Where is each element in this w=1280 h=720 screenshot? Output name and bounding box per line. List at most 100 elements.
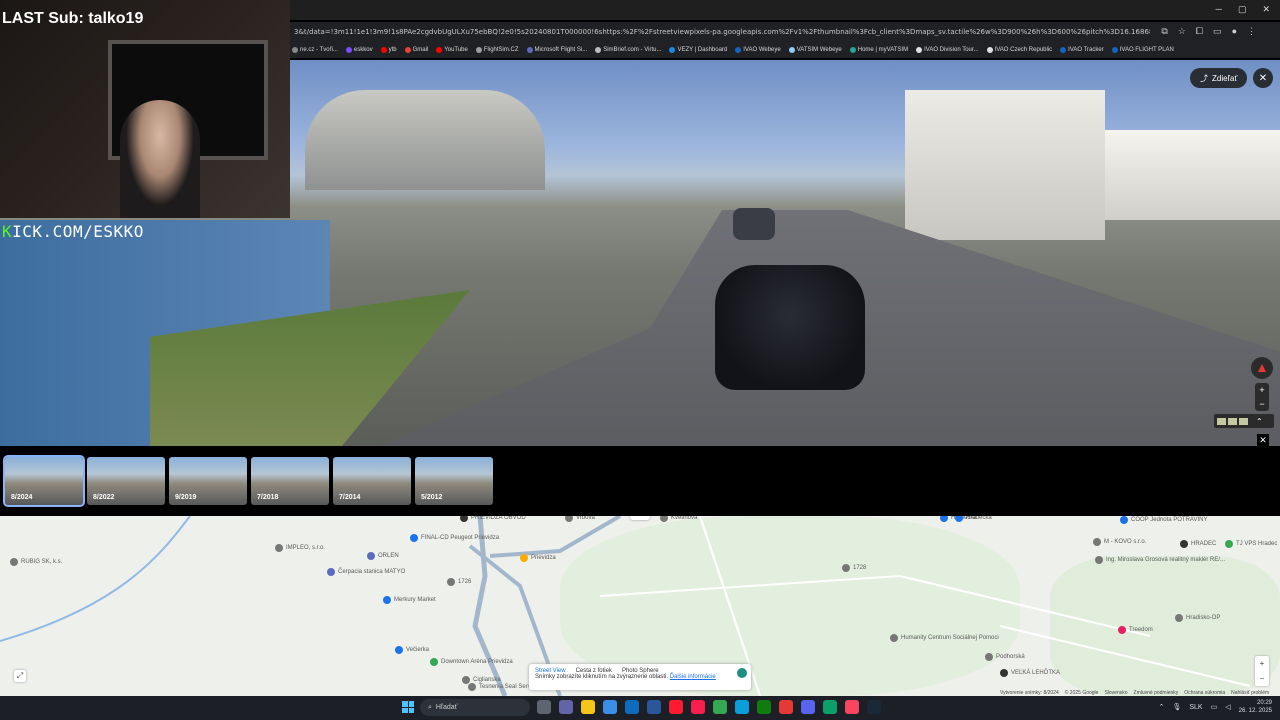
map-place-label[interactable]: Večierka (395, 646, 429, 654)
more-info-link[interactable]: Ďalšie informácie (670, 674, 716, 680)
map-place-label[interactable]: 1728 (842, 564, 866, 572)
map-place-label[interactable]: Hradisko-OP (1175, 614, 1220, 622)
extensions-icon[interactable]: ⧠ (1196, 26, 1203, 37)
map-place-label[interactable]: Podhorská (985, 653, 1025, 661)
opera-icon[interactable] (669, 700, 683, 714)
bookmark-item[interactable]: eskkov (345, 47, 373, 53)
bookmark-item[interactable]: VATSIM Webeye (788, 47, 842, 53)
chrome-icon[interactable] (713, 700, 727, 714)
timeline-thumbnail[interactable]: 8/2024 (3, 455, 85, 507)
itunes-icon[interactable] (845, 700, 859, 714)
map-place-label[interactable]: Ciglianska (462, 676, 501, 684)
discord-icon[interactable] (801, 700, 815, 714)
profile-avatar-icon[interactable]: ● (1232, 26, 1237, 37)
app-green-icon[interactable] (823, 700, 837, 714)
start-menu-icon[interactable] (402, 701, 414, 713)
map-place-label[interactable]: Hradecká (955, 516, 992, 522)
map-zoom-control[interactable]: + − (1255, 656, 1269, 686)
bookmark-item[interactable]: SimBrief.com - Virtu... (595, 47, 661, 53)
bookmark-item[interactable]: VEZY | Dashboard (669, 47, 727, 53)
close-window-icon[interactable]: ✕ (1262, 4, 1270, 15)
layer-toggle[interactable] (737, 668, 747, 678)
map-place-label[interactable]: Prievidza (520, 554, 556, 562)
tray-chevron-icon[interactable]: ⌃ (1159, 703, 1165, 711)
tabs-icon[interactable]: ▭ (1213, 26, 1222, 37)
map-place-label[interactable]: Merkury Market (383, 596, 436, 604)
close-streetview-button[interactable]: ✕ (1253, 68, 1273, 88)
language-indicator[interactable]: SLK (1189, 704, 1202, 711)
address-bar[interactable]: 3&t/data=!3m11!1e1!3m9!1s8PAe2cgdvbUgULX… (290, 22, 1280, 42)
teams-icon[interactable] (559, 700, 573, 714)
bookmark-star-icon[interactable]: ☆ (1178, 26, 1186, 37)
network-icon[interactable]: ▭ (1211, 703, 1218, 711)
mic-icon[interactable]: 🎙 (1172, 703, 1181, 711)
map-place-label[interactable]: VEĽKÁ LEHÔTKA (1000, 669, 1060, 677)
outlook-icon[interactable] (625, 700, 639, 714)
fullscreen-icon[interactable]: ⤢ (14, 670, 26, 682)
app-red-icon[interactable] (779, 700, 793, 714)
maximize-icon[interactable]: ▢ (1238, 4, 1247, 15)
map-place-label[interactable]: PRIEVIDZA OBVOD (460, 516, 526, 522)
map-panel[interactable]: RUBIG SK, k.s. IMPLEO, s.r.o. ORLEN FINAL-C… (0, 516, 1280, 696)
open-in-app-icon[interactable]: ⧉ (1161, 26, 1167, 37)
thumbnail-toggle-button[interactable]: ⌃ (1214, 414, 1274, 428)
map-place-label[interactable]: Treedom (1118, 626, 1153, 634)
timeline-thumbnail[interactable]: 8/2022 (87, 457, 165, 505)
url-text[interactable]: 3&t/data=!3m11!1e1!3m9!1s8PAe2cgdvbUgULX… (290, 28, 1150, 36)
map-place-label[interactable]: Kvetinová (660, 516, 697, 522)
map-resize-handle[interactable] (630, 516, 650, 520)
map-place-label[interactable]: FINAL-CD Peugeot Prievidza (410, 534, 499, 542)
bookmark-item[interactable]: IVAO Tracker (1060, 47, 1104, 53)
bookmark-item[interactable]: Microsoft Flight Si... (526, 47, 587, 53)
sv-zoom-out-button[interactable]: − (1255, 397, 1269, 411)
compass-icon[interactable] (1251, 357, 1273, 379)
menu-icon[interactable]: ⋮ (1247, 26, 1256, 37)
opera-gx-icon[interactable] (691, 700, 705, 714)
map-place-label[interactable]: M - KOVO s.r.o. (1093, 538, 1146, 546)
map-place-label[interactable]: HRADEC (1180, 540, 1216, 548)
xbox-icon[interactable] (757, 700, 771, 714)
minimize-icon[interactable]: ─ (1216, 4, 1222, 15)
map-place-label[interactable]: Humanity Centrum Sociálnej Pomoci (890, 634, 999, 642)
task-view-icon[interactable] (537, 700, 551, 714)
map-place-label[interactable]: TJ VPS Hradec (1225, 540, 1277, 548)
close-timeline-button[interactable]: ✕ (1257, 434, 1269, 446)
timeline-thumbnail[interactable]: 7/2018 (251, 457, 329, 505)
map-place-label[interactable]: Tesnenia Seal Servis (468, 683, 535, 691)
file-explorer-icon[interactable] (581, 700, 595, 714)
bookmark-item[interactable]: FlightSim.CZ (475, 47, 519, 53)
timeline-thumbnail[interactable]: 9/2019 (169, 457, 247, 505)
map-place-label[interactable]: Vrbová (565, 516, 595, 522)
bookmark-item[interactable]: IVAO FLIGHT PLAN (1111, 47, 1174, 53)
bookmark-item[interactable]: ne.cz - Tvoři... (292, 47, 338, 53)
bookmark-item[interactable]: IVAO Czech Republic (986, 47, 1052, 53)
map-place-label[interactable]: COOP Jednota POTRAVINY (1120, 516, 1207, 524)
map-zoom-in-button[interactable]: + (1255, 656, 1269, 671)
bookmark-item[interactable]: IVAO Division Tour... (916, 47, 979, 53)
map-place-label[interactable]: IMPLEO, s.r.o. (275, 544, 325, 552)
edge-icon[interactable] (735, 700, 749, 714)
streetview-zoom-control[interactable]: + − (1255, 383, 1269, 411)
sv-zoom-in-button[interactable]: + (1255, 383, 1269, 397)
bookmark-item[interactable]: Home | myVATSIM (849, 47, 908, 53)
map-place-label[interactable]: Čerpacia stanica MATYO (327, 568, 405, 576)
map-place-label[interactable]: ORLEN (367, 552, 399, 560)
timeline-thumbnail[interactable]: 7/2014 (333, 457, 411, 505)
map-place-label[interactable]: 1726 (447, 578, 471, 586)
share-button[interactable]: ⤴ Zdieľať (1190, 68, 1248, 88)
volume-icon[interactable]: ◁ (1225, 703, 1230, 711)
microsoft-store-icon[interactable] (603, 700, 617, 714)
map-place-label[interactable]: Downtown Aréna Prievidza (430, 658, 513, 666)
map-zoom-out-button[interactable]: − (1255, 671, 1269, 686)
taskbar-search[interactable]: ⌕ Hľadať (420, 699, 530, 716)
map-place-label[interactable]: RUBIG SK, k.s. (10, 558, 62, 566)
bookmark-item[interactable]: ytb (380, 47, 397, 53)
bookmark-item[interactable]: Gmail (404, 47, 428, 53)
timeline-thumbnail[interactable]: 5/2012 (415, 457, 493, 505)
word-icon[interactable] (647, 700, 661, 714)
bookmark-item[interactable]: IVAO Webeye (735, 47, 781, 53)
bookmark-item[interactable]: YouTube (436, 47, 468, 53)
clock[interactable]: 20:29 26. 12. 2025 (1239, 699, 1272, 715)
steam-icon[interactable] (867, 700, 881, 714)
map-place-label[interactable]: Ing. Miroslava Grosová realitný maklér R… (1095, 556, 1225, 564)
